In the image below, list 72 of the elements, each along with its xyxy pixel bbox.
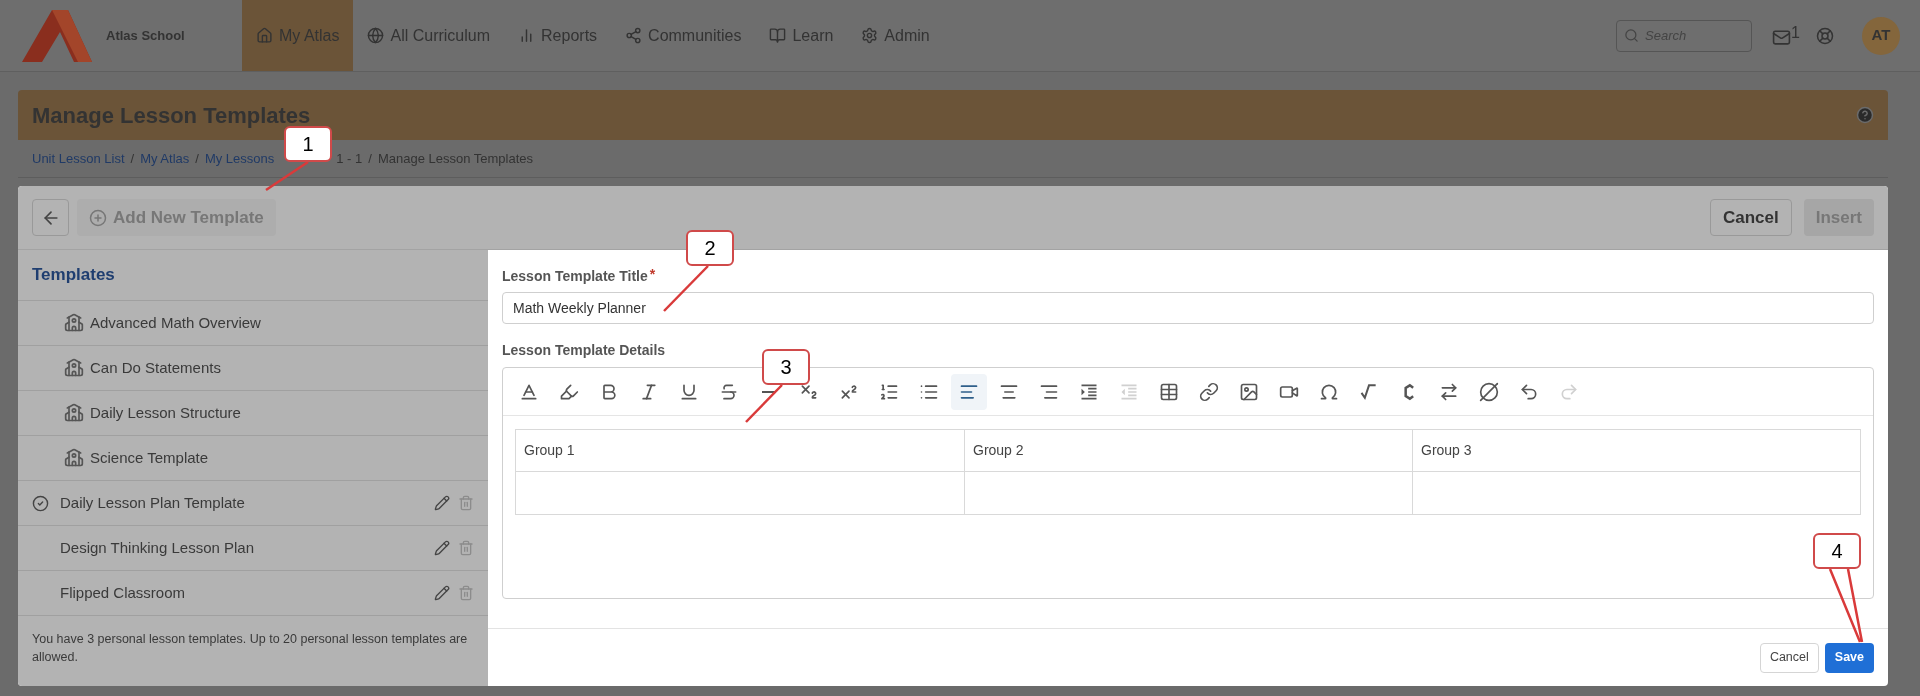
mail-icon[interactable] (1772, 27, 1792, 47)
edit-icon[interactable] (434, 585, 450, 601)
required-asterisk: * (649, 265, 656, 284)
breadcrumb-separator: / (368, 149, 372, 168)
align-left-tool-button[interactable] (951, 373, 987, 410)
nav-tab[interactable]: Learn (755, 0, 848, 71)
cancel-button[interactable]: Cancel (1709, 199, 1792, 236)
breadcrumb-text: Manage Lesson Templates (377, 149, 534, 168)
template-name: Can Do Statements (90, 357, 221, 378)
undo-icon (1519, 381, 1539, 402)
template-item[interactable]: Design Thinking Lesson Plan (18, 526, 488, 571)
image-icon (1239, 381, 1259, 402)
breadcrumb-separator: / (130, 149, 135, 168)
globe-icon (367, 27, 385, 44)
help-buoy-icon[interactable] (1816, 26, 1834, 45)
back-button[interactable] (32, 199, 69, 236)
plus-circle-icon (89, 208, 107, 227)
mail-count: 1 (1791, 24, 1800, 41)
title-input[interactable]: Math Weekly Planner (502, 292, 1874, 324)
breadcrumb-separator: / (195, 149, 199, 168)
search-icon (1624, 27, 1640, 43)
callout-tooltip: 4 (1813, 533, 1861, 569)
template-name: Daily Lesson Structure (90, 402, 241, 423)
sidebar-heading: Templates (18, 250, 488, 301)
template-item[interactable]: Daily Lesson Structure (18, 391, 488, 436)
network-icon (625, 27, 643, 44)
callout-tooltip: 3 (762, 349, 810, 385)
home-icon (256, 27, 273, 44)
template-item[interactable]: Can Do Statements (18, 346, 488, 391)
swap-arrows-icon (1439, 381, 1459, 402)
edit-icon[interactable] (434, 495, 450, 511)
gear-icon (861, 27, 879, 44)
horizontal-rule-icon (762, 390, 776, 393)
callout-tooltip: 1 (284, 126, 332, 162)
school-icon (64, 358, 84, 378)
nav-tab[interactable]: Admin (847, 0, 944, 71)
template-item[interactable]: Flipped Classroom (18, 571, 488, 616)
template-name: Science Template (90, 447, 209, 468)
highlighter-icon (559, 381, 579, 402)
template-name: Daily Lesson Plan Template (60, 492, 245, 513)
redo-icon (1559, 381, 1579, 402)
edit-icon[interactable] (434, 540, 450, 556)
template-item[interactable]: Advanced Math Overview (18, 301, 488, 346)
clear-format-icon (1479, 381, 1499, 402)
footer-cancel-button[interactable]: Cancel (1759, 642, 1819, 673)
template-limit-note: You have 3 personal lesson templates. Up to 20 personal lesson templates are allowed. (31, 631, 469, 666)
nav-tab[interactable]: All Curriculum (353, 0, 505, 71)
school-icon (64, 448, 84, 468)
table-icon (1159, 381, 1179, 402)
callout-tooltip: 2 (686, 230, 734, 266)
table-cell: Group 1 (516, 430, 964, 472)
school-name: Atlas School (106, 26, 185, 45)
square-root-icon (1359, 381, 1379, 402)
template-name: Advanced Math Overview (90, 312, 261, 333)
link-icon (1199, 381, 1219, 402)
template-item[interactable]: Science Template (18, 436, 488, 481)
help-icon[interactable] (1856, 106, 1874, 124)
school-icon (64, 403, 84, 423)
book-icon (769, 27, 787, 44)
italic-icon (639, 381, 659, 402)
nav-tab[interactable]: Reports (504, 0, 612, 71)
school-icon (64, 313, 84, 333)
table-cell: Group 3 (1412, 430, 1860, 472)
template-name: Flipped Classroom (60, 582, 186, 603)
table-cell: Group 2 (964, 430, 1412, 472)
template-name: Design Thinking Lesson Plan (60, 537, 254, 558)
breadcrumb-text: 1 - 1 (336, 149, 363, 168)
nav-tab[interactable]: Communities (611, 0, 756, 71)
details-label: Lesson Template Details (502, 341, 667, 360)
save-button[interactable]: Save (1824, 642, 1874, 673)
template-item[interactable]: Daily Lesson Plan Template (18, 481, 488, 526)
title-label: Lesson Template Title (502, 267, 648, 286)
